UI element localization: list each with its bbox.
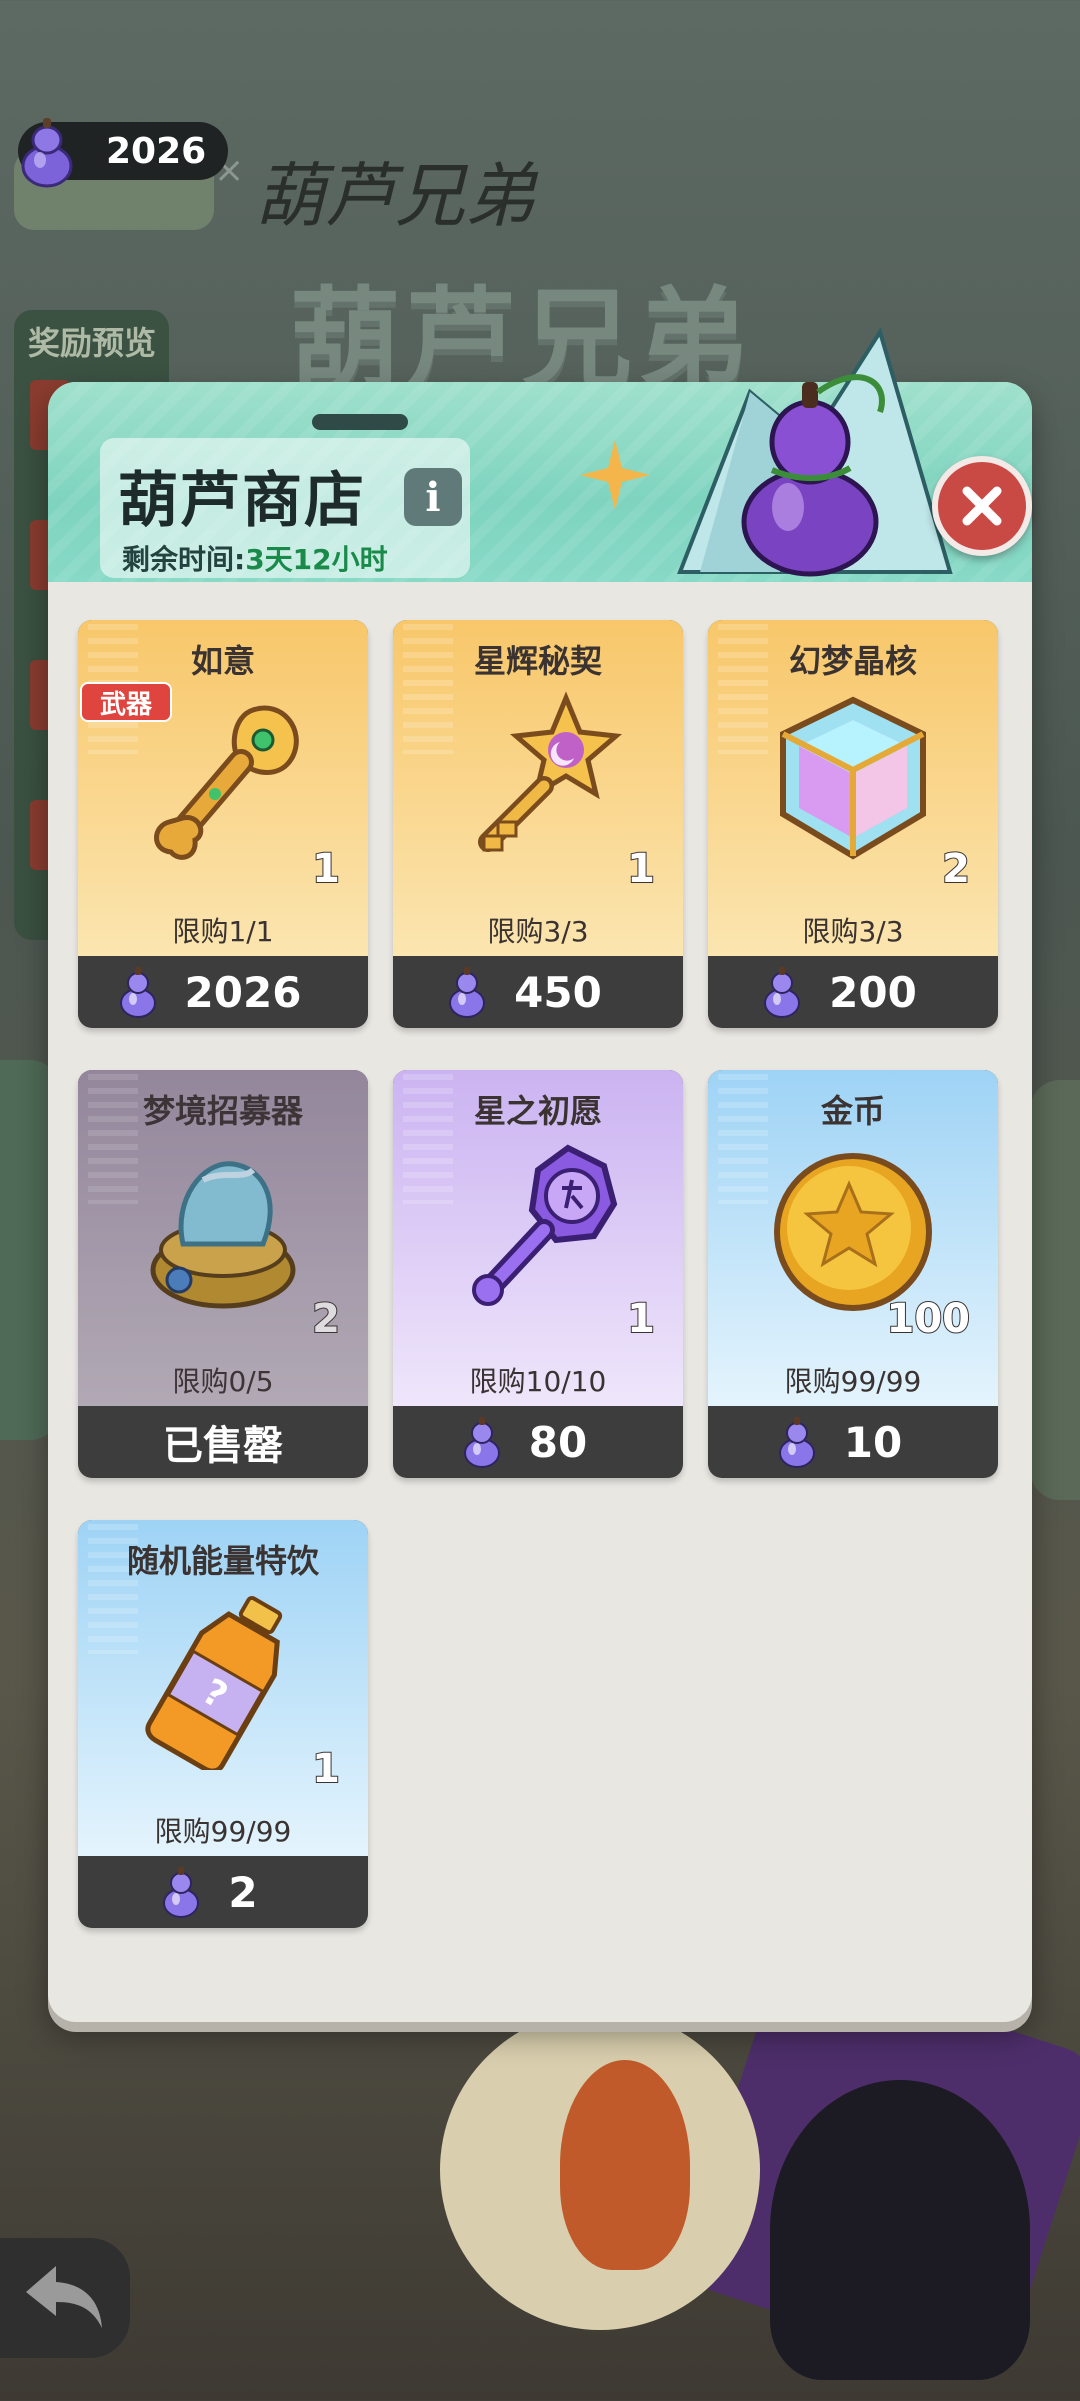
currency-amount: 2026 [106,130,207,172]
purchase-limit: 限购99/99 [784,1365,922,1398]
purchase-limit: 限购3/3 [802,915,904,948]
crystal-cube-icon [780,696,926,860]
background-ghost [770,2080,1030,2380]
shop-item-gold-coin[interactable]: 金币 100 限购99/99 10 [708,1070,998,1478]
price-bar[interactable]: 450 [393,956,683,1028]
close-icon [962,486,1002,526]
card-background: 梦境招募器 2 限购0/5 [78,1070,368,1406]
shop-timer: 剩余时间:3天12小时 [122,538,388,578]
gourd-icon [449,967,486,1018]
item-quantity: 2 [941,845,971,893]
shop-item-recruiter: 梦境招募器 2 限购0/5 已售罄 [78,1070,368,1478]
purchase-limit: 限购1/1 [172,915,274,948]
item-price: 2 [228,1867,258,1917]
purchase-limit: 限购10/10 [469,1365,607,1398]
close-button[interactable] [932,456,1032,556]
gourd-icon [764,967,801,1018]
item-quantity: 1 [311,1745,341,1793]
price-bar[interactable]: 2026 [78,956,368,1028]
item-name: 金币 [820,1092,885,1130]
star-key-icon [478,691,622,852]
item-name: 如意 [190,642,255,680]
panel-handle [312,414,408,430]
card-background: 随机能量特饮 ? 1 限购99/99 [78,1520,368,1856]
timer-value: 3天12小时 [245,543,388,576]
gourd-mountain-illustration [677,327,953,577]
item-quantity: 1 [626,845,656,893]
energy-drink-icon: ? [145,1595,283,1770]
purchase-limit: 限购99/99 [154,1815,292,1848]
purple-key-icon [472,1144,618,1306]
back-button[interactable] [0,2238,130,2358]
item-quantity: 100 [886,1295,971,1343]
shop-title: 葫芦商店 [118,466,366,536]
info-icon[interactable]: i [404,468,462,526]
purchase-limit: 限购3/3 [487,915,589,948]
shop-item-energy-drink[interactable]: 随机能量特饮 ? 1 限购99/99 2 [78,1520,368,1928]
sparkle-icon [580,440,650,510]
item-price: 10 [843,1417,903,1467]
price-bar[interactable]: 10 [708,1406,998,1478]
item-price: 80 [528,1417,588,1467]
background-decoration [1030,1080,1080,1500]
timer-label: 剩余时间: [122,543,246,576]
item-name: 随机能量特饮 [126,1542,319,1580]
gourd-icon [12,114,82,192]
price-bar[interactable]: 80 [393,1406,683,1478]
background-script-title: 葫芦兄弟 [255,155,535,237]
sold-out-overlay [78,1070,368,1406]
shop-item-purple-key[interactable]: 星之初愿 1 限购10/10 80 [393,1070,683,1478]
gourd-icon [119,967,156,1018]
item-name: 幻梦晶核 [788,642,917,680]
gourd-icon [463,1417,500,1468]
gourd-icon [778,1417,815,1468]
item-quantity: 1 [311,845,341,893]
item-price: 2026 [184,967,302,1017]
item-price: 450 [514,967,602,1017]
shop-item-ruyi[interactable]: 如意 1 限购1/1 武器 2026 [78,620,368,1028]
item-name: 星之初愿 [473,1092,602,1130]
shop-item-crystal-core[interactable]: 幻梦晶核 2 限购3/3 200 [708,620,998,1028]
item-price: 200 [829,967,917,1017]
currency-pill: 2026 [18,118,228,188]
sold-out-label: 已售罄 [163,1423,283,1469]
card-background: 幻梦晶核 2 限购3/3 [708,620,998,956]
card-background: 星之初愿 1 限购10/10 [393,1070,683,1406]
card-background: 金币 100 限购99/99 [708,1070,998,1406]
gourd-icon [163,1867,200,1918]
price-bar[interactable]: 2 [78,1856,368,1928]
item-quantity: 1 [626,1295,656,1343]
reward-preview-label: 奖励预览 [28,324,157,362]
item-name: 星辉秘契 [473,642,602,680]
shop-item-star-key[interactable]: 星辉秘契 1 限购3/3 450 [393,620,683,1028]
card-background: 如意 1 限购1/1 [78,620,368,956]
sold-out-bar: 已售罄 [78,1406,368,1478]
card-background: 星辉秘契 1 限购3/3 [393,620,683,956]
gold-coin-icon [774,1153,932,1311]
price-bar[interactable]: 200 [708,956,998,1028]
back-arrow-icon [26,2266,102,2328]
background-chicken-beak [560,2060,690,2270]
weapon-badge: 武器 [80,682,172,722]
